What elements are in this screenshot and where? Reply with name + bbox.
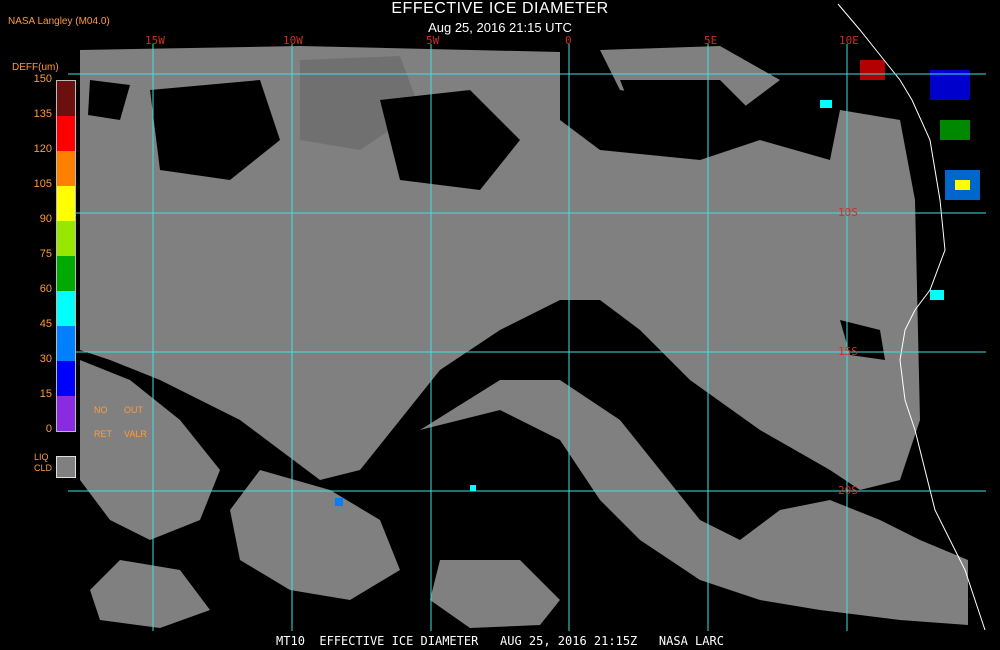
lon-label-15w: 15W — [145, 34, 165, 47]
liquid-cloud-swatch — [56, 456, 76, 478]
color-scale-tick: 0 — [45, 423, 52, 435]
color-scale-tick: 15 — [39, 388, 52, 400]
color-scale-swatch — [57, 116, 75, 151]
map-timestamp: Aug 25, 2016 21:15 UTC — [428, 20, 572, 35]
color-scale-swatch — [57, 256, 75, 291]
color-scale-swatch — [57, 151, 75, 186]
color-scale-tick: 45 — [39, 318, 52, 330]
liquid-cloud-label-top: LIQ — [34, 452, 49, 462]
color-scale-swatch — [57, 81, 75, 116]
lat-label-10s: 10S — [838, 206, 858, 219]
lat-label-15s: 15S — [838, 345, 858, 358]
color-scale-swatch — [57, 396, 75, 431]
out-valr-label-bottom: VALR — [124, 429, 147, 439]
no-ret-label-bottom: RET — [94, 429, 112, 439]
satellite-map — [68, 3, 986, 631]
lon-label-0: 0 — [565, 34, 572, 47]
lon-label-5e: 5E — [704, 34, 718, 47]
color-scale-tick: 150 — [33, 73, 52, 85]
color-scale-swatch — [57, 326, 75, 361]
color-scale-swatch — [57, 221, 75, 256]
map-title: EFFECTIVE ICE DIAMETER — [391, 0, 609, 17]
legend-units: DEFF(um) — [12, 62, 59, 73]
liquid-cloud-label-bottom: CLD — [34, 463, 53, 473]
data-source-label: NASA Langley (M04.0) — [8, 16, 110, 27]
color-scale-bar — [56, 80, 76, 432]
color-scale-swatch — [57, 361, 75, 396]
color-scale-swatch — [57, 291, 75, 326]
lon-label-10e: 10E — [839, 34, 859, 47]
lat-label-20s: 20S — [838, 484, 858, 497]
out-valr-label-top: OUT — [124, 405, 143, 415]
no-ret-label-top: NO — [94, 405, 108, 415]
color-scale-tick: 120 — [33, 143, 52, 155]
color-scale-tick: 135 — [33, 108, 52, 120]
color-scale-tick: 105 — [33, 178, 52, 190]
color-scale-tick: 30 — [39, 353, 52, 365]
lon-label-5w: 5W — [426, 34, 440, 47]
color-scale-tick: 75 — [39, 248, 52, 260]
color-scale-tick: 90 — [39, 213, 52, 225]
liquid-cloud-label: LIQ CLD — [34, 452, 52, 474]
color-scale-tick: 60 — [39, 283, 52, 295]
footer-caption: MT10 EFFECTIVE ICE DIAMETER AUG 25, 2016… — [276, 634, 724, 648]
lon-label-10w: 10W — [283, 34, 303, 47]
color-scale-swatch — [57, 186, 75, 221]
